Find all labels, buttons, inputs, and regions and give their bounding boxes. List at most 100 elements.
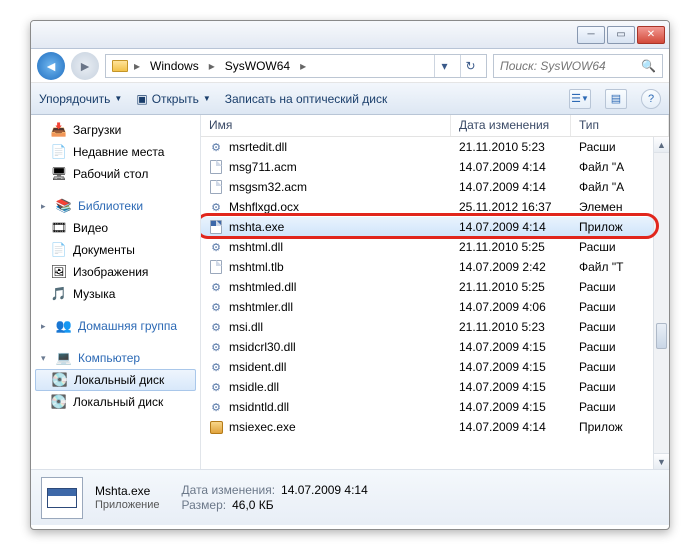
nav-local-disk[interactable]: 💽Локальный диск: [35, 369, 196, 391]
address-dropdown-button[interactable]: ▾: [434, 55, 454, 77]
refresh-button[interactable]: ↻: [460, 55, 480, 77]
file-date: 14.07.2009 4:15: [451, 400, 571, 414]
file-row[interactable]: msident.dll14.07.2009 4:15Расши: [201, 357, 669, 377]
file-row[interactable]: msidcrl30.dll14.07.2009 4:15Расши: [201, 337, 669, 357]
vertical-scrollbar[interactable]: ▲ ▼: [653, 137, 669, 469]
dll-icon: [209, 400, 223, 414]
file-date: 14.07.2009 4:14: [451, 420, 571, 434]
file-name: mshtmled.dll: [229, 280, 296, 294]
file-row[interactable]: mshtml.tlb14.07.2009 2:42Файл "T: [201, 257, 669, 277]
details-filename: Mshta.exe: [95, 484, 160, 498]
file-name: msidle.dll: [229, 380, 279, 394]
file-name: mshtmler.dll: [229, 300, 293, 314]
file-row[interactable]: mshtmled.dll21.11.2010 5:25Расши: [201, 277, 669, 297]
file-row[interactable]: msi.dll21.11.2010 5:23Расши: [201, 317, 669, 337]
chevron-down-icon: ▼: [203, 94, 211, 103]
preview-pane-button[interactable]: ▤: [605, 89, 627, 109]
nav-back-button[interactable]: ◄: [37, 52, 65, 80]
column-name[interactable]: Имя: [201, 115, 451, 136]
burn-button[interactable]: Записать на оптический диск: [225, 92, 388, 106]
nav-homegroup[interactable]: ▸👥Домашняя группа: [31, 315, 200, 337]
file-date: 21.11.2010 5:25: [451, 280, 571, 294]
details-filetype: Приложение: [95, 499, 160, 511]
address-bar[interactable]: ▸ Windows ▸ SysWOW64 ▸ ▾ ↻: [105, 54, 487, 78]
breadcrumb-windows[interactable]: Windows: [146, 59, 203, 73]
file-name: msrtedit.dll: [229, 140, 287, 154]
scroll-thumb[interactable]: [656, 323, 667, 349]
exe-icon: [209, 220, 223, 234]
file-name: msi.dll: [229, 320, 263, 334]
downloads-icon: 📥: [51, 122, 67, 138]
file-date: 21.11.2010 5:23: [451, 140, 571, 154]
dll-icon: [209, 320, 223, 334]
column-date[interactable]: Дата изменения: [451, 115, 571, 136]
file-row[interactable]: msiexec.exe14.07.2009 4:14Прилож: [201, 417, 669, 437]
breadcrumb-syswow64[interactable]: SysWOW64: [221, 59, 294, 73]
dll-icon: [209, 380, 223, 394]
help-button[interactable]: ?: [641, 89, 661, 109]
nav-documents[interactable]: 📄Документы: [31, 239, 200, 261]
file-name: msgsm32.acm: [229, 180, 307, 194]
nav-libraries[interactable]: ▸📚Библиотеки: [31, 195, 200, 217]
nav-forward-button[interactable]: ►: [71, 52, 99, 80]
expand-icon: ▸: [41, 201, 50, 212]
file-row[interactable]: msgsm32.acm14.07.2009 4:14Файл "A: [201, 177, 669, 197]
maximize-button[interactable]: ▭: [607, 26, 635, 44]
nav-video[interactable]: 🎞Видео: [31, 217, 200, 239]
nav-recent[interactable]: 📄Недавние места: [31, 141, 200, 163]
scroll-down-button[interactable]: ▼: [654, 453, 669, 469]
explorer-window: ─ ▭ ✕ ◄ ► ▸ Windows ▸ SysWOW64 ▸ ▾ ↻ 🔍 У…: [30, 20, 670, 530]
nav-desktop[interactable]: 🖥Рабочий стол: [31, 163, 200, 185]
file-date: 25.11.2012 16:37: [451, 200, 571, 214]
nav-music[interactable]: 🎵Музыка: [31, 283, 200, 305]
details-size-label: Размер:: [182, 498, 227, 512]
organize-label: Упорядочить: [39, 92, 110, 106]
nav-downloads[interactable]: 📥Загрузки: [31, 119, 200, 141]
search-input[interactable]: [500, 59, 635, 73]
open-label: Открыть: [152, 92, 199, 106]
close-button[interactable]: ✕: [637, 26, 665, 44]
file-date: 14.07.2009 4:15: [451, 380, 571, 394]
file-date: 21.11.2010 5:25: [451, 240, 571, 254]
body: 📥Загрузки 📄Недавние места 🖥Рабочий стол …: [31, 115, 669, 469]
file-row[interactable]: mshtml.dll21.11.2010 5:25Расши: [201, 237, 669, 257]
file-icon: [209, 260, 223, 274]
file-name: msidntld.dll: [229, 400, 289, 414]
burn-label: Записать на оптический диск: [225, 92, 388, 106]
file-row[interactable]: mshtmler.dll14.07.2009 4:06Расши: [201, 297, 669, 317]
nav-computer[interactable]: ▾💻Компьютер: [31, 347, 200, 369]
view-mode-button[interactable]: ☰ ▼: [569, 89, 591, 109]
libraries-icon: 📚: [56, 198, 72, 214]
column-type[interactable]: Тип: [571, 115, 669, 136]
file-date: 21.11.2010 5:23: [451, 320, 571, 334]
nav-local-disk-2[interactable]: 💽Локальный диск: [31, 391, 200, 413]
file-name: mshtml.dll: [229, 240, 283, 254]
file-row[interactable]: msidle.dll14.07.2009 4:15Расши: [201, 377, 669, 397]
file-row[interactable]: msrtedit.dll21.11.2010 5:23Расши: [201, 137, 669, 157]
file-thumbnail: [41, 477, 83, 519]
scroll-track[interactable]: [654, 153, 669, 453]
open-button[interactable]: ▣ Открыть ▼: [136, 92, 210, 106]
chevron-right-icon: ▸: [134, 59, 140, 73]
collapse-icon: ▾: [41, 353, 50, 364]
search-box[interactable]: 🔍: [493, 54, 663, 78]
file-name: mshta.exe: [229, 220, 284, 234]
file-row[interactable]: msidntld.dll14.07.2009 4:15Расши: [201, 397, 669, 417]
file-row[interactable]: msg711.acm14.07.2009 4:14Файл "A: [201, 157, 669, 177]
dll-icon: [209, 140, 223, 154]
file-date: 14.07.2009 4:14: [451, 160, 571, 174]
details-size-value: 46,0 КБ: [232, 498, 274, 512]
file-row[interactable]: mshta.exe14.07.2009 4:14Прилож: [201, 217, 669, 237]
organize-button[interactable]: Упорядочить ▼: [39, 92, 122, 106]
homegroup-icon: 👥: [56, 318, 72, 334]
file-date: 14.07.2009 4:15: [451, 340, 571, 354]
minimize-button[interactable]: ─: [577, 26, 605, 44]
nav-pictures[interactable]: 🖼Изображения: [31, 261, 200, 283]
file-rows: msrtedit.dll21.11.2010 5:23Расшиmsg711.a…: [201, 137, 669, 469]
scroll-up-button[interactable]: ▲: [654, 137, 669, 153]
file-date: 14.07.2009 4:15: [451, 360, 571, 374]
file-name: mshtml.tlb: [229, 260, 284, 274]
desktop-icon: 🖥: [51, 166, 67, 182]
file-name: Mshflxgd.ocx: [229, 200, 299, 214]
file-row[interactable]: Mshflxgd.ocx25.11.2012 16:37Элемен: [201, 197, 669, 217]
